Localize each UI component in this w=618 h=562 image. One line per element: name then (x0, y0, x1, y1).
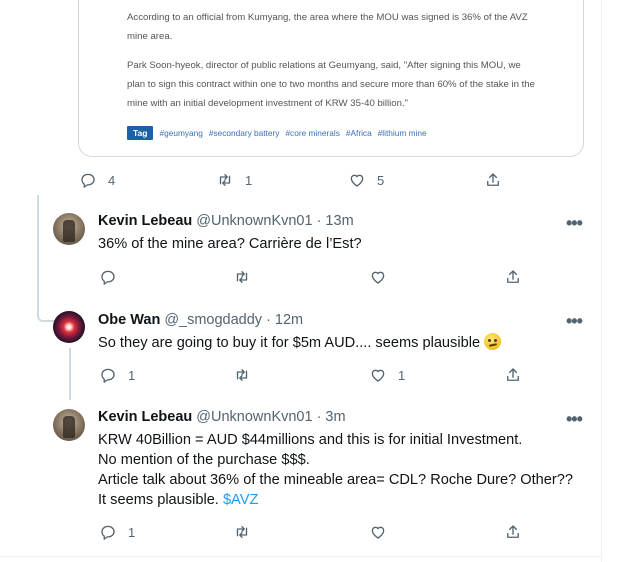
reply-icon (101, 368, 115, 383)
like-count: 1 (398, 367, 406, 383)
reply-header: Kevin Lebeau @UnknownKvn01 · 13m (98, 213, 354, 229)
retweet-icon (236, 526, 248, 538)
reply-button[interactable] (99, 268, 128, 286)
retweet-count: 1 (245, 172, 253, 188)
timestamp[interactable]: · 13m (317, 213, 354, 229)
thread-connector (37, 296, 55, 322)
like-count: 5 (377, 172, 385, 188)
display-name[interactable]: Kevin Lebeau (98, 213, 192, 229)
article-paragraph: Park Soon-hyeok, director of public rela… (127, 60, 535, 109)
more-options-icon[interactable]: ••• (566, 311, 583, 332)
retweet-icon (236, 369, 248, 381)
heart-icon (371, 526, 385, 539)
reply-count: 1 (128, 524, 136, 540)
share-button[interactable] (504, 268, 522, 286)
heart-icon (371, 271, 385, 284)
tag-label: Tag (127, 126, 154, 140)
reply-text: KRW 40Billion = AUD $44millions and this… (98, 430, 593, 510)
reply-text-segment: It seems plausible. (98, 492, 219, 508)
timestamp[interactable]: · 3m (317, 409, 346, 425)
like-button[interactable] (369, 523, 398, 541)
retweet-button[interactable] (233, 268, 262, 286)
heart-icon (371, 369, 385, 382)
retweet-button[interactable] (233, 366, 262, 384)
quoted-article-card[interactable]: According to an official from Kumyang, t… (78, 0, 584, 157)
reply-icon (81, 173, 95, 188)
reply-text: 36% of the mine area? Carrière de l’Est? (98, 236, 362, 252)
like-button[interactable]: 5 (348, 171, 384, 189)
display-name[interactable]: Obe Wan (98, 312, 160, 328)
retweet-icon (219, 174, 231, 186)
heart-icon (350, 174, 364, 187)
cashtag-link[interactable]: $AVZ (223, 492, 258, 508)
more-options-icon[interactable]: ••• (566, 409, 583, 430)
like-button[interactable] (369, 268, 398, 286)
reply-header: Obe Wan @_smogdaddy · 12m (98, 312, 303, 328)
reply-text-line: Article talk about 36% of the mineable a… (98, 472, 573, 488)
share-icon (487, 173, 499, 186)
share-button[interactable] (484, 171, 502, 189)
more-options-icon[interactable]: ••• (566, 213, 583, 234)
tag-link[interactable]: #geumyang (159, 128, 202, 138)
user-handle[interactable]: @_smogdaddy (164, 312, 262, 328)
share-icon (507, 270, 519, 283)
reply-count: 1 (128, 367, 136, 383)
share-button[interactable] (504, 523, 522, 541)
tag-link[interactable]: #Africa (346, 128, 372, 138)
reply-button[interactable]: 1 (99, 366, 135, 384)
reply-text-line: No mention of the purchase $$$. (98, 452, 310, 468)
article-paragraph: According to an official from Kumyang, t… (127, 12, 528, 42)
reply-text: So they are going to buy it for $5m AUD.… (98, 333, 593, 353)
thread-connector (69, 348, 71, 400)
avatar[interactable] (53, 311, 85, 343)
tag-link[interactable]: #core minerals (285, 128, 339, 138)
user-handle[interactable]: @UnknownKvn01 (196, 213, 312, 229)
reply-text-line: It seems plausible. $AVZ (98, 490, 593, 510)
article-tags: Tag #geumyang #secondary battery #core m… (127, 126, 427, 140)
reply-icon (101, 525, 115, 540)
reply-count: 4 (108, 172, 116, 188)
reply-button[interactable]: 4 (79, 171, 115, 189)
divider (0, 556, 601, 557)
avatar[interactable] (53, 213, 85, 245)
tag-link[interactable]: #secondary battery (209, 128, 280, 138)
reply-header: Kevin Lebeau @UnknownKvn01 · 3m (98, 409, 346, 425)
retweet-icon (236, 271, 248, 283)
user-handle[interactable]: @UnknownKvn01 (196, 409, 312, 425)
tweet-thread: According to an official from Kumyang, t… (0, 0, 602, 562)
avatar[interactable] (53, 409, 85, 441)
reply-text-line: KRW 40Billion = AUD $44millions and this… (98, 432, 523, 448)
share-icon (507, 525, 519, 538)
display-name[interactable]: Kevin Lebeau (98, 409, 192, 425)
retweet-button[interactable]: 1 (216, 171, 252, 189)
retweet-button[interactable] (233, 523, 262, 541)
tag-link[interactable]: #lithium mine (378, 128, 427, 138)
confused-face-emoji (484, 333, 502, 350)
reply-button[interactable]: 1 (99, 523, 135, 541)
reply-text-body: So they are going to buy it for $5m AUD.… (98, 335, 481, 351)
share-icon (507, 368, 519, 381)
timestamp[interactable]: · 12m (266, 312, 303, 328)
reply-icon (101, 270, 115, 285)
like-button[interactable]: 1 (369, 366, 405, 384)
share-button[interactable] (504, 366, 522, 384)
